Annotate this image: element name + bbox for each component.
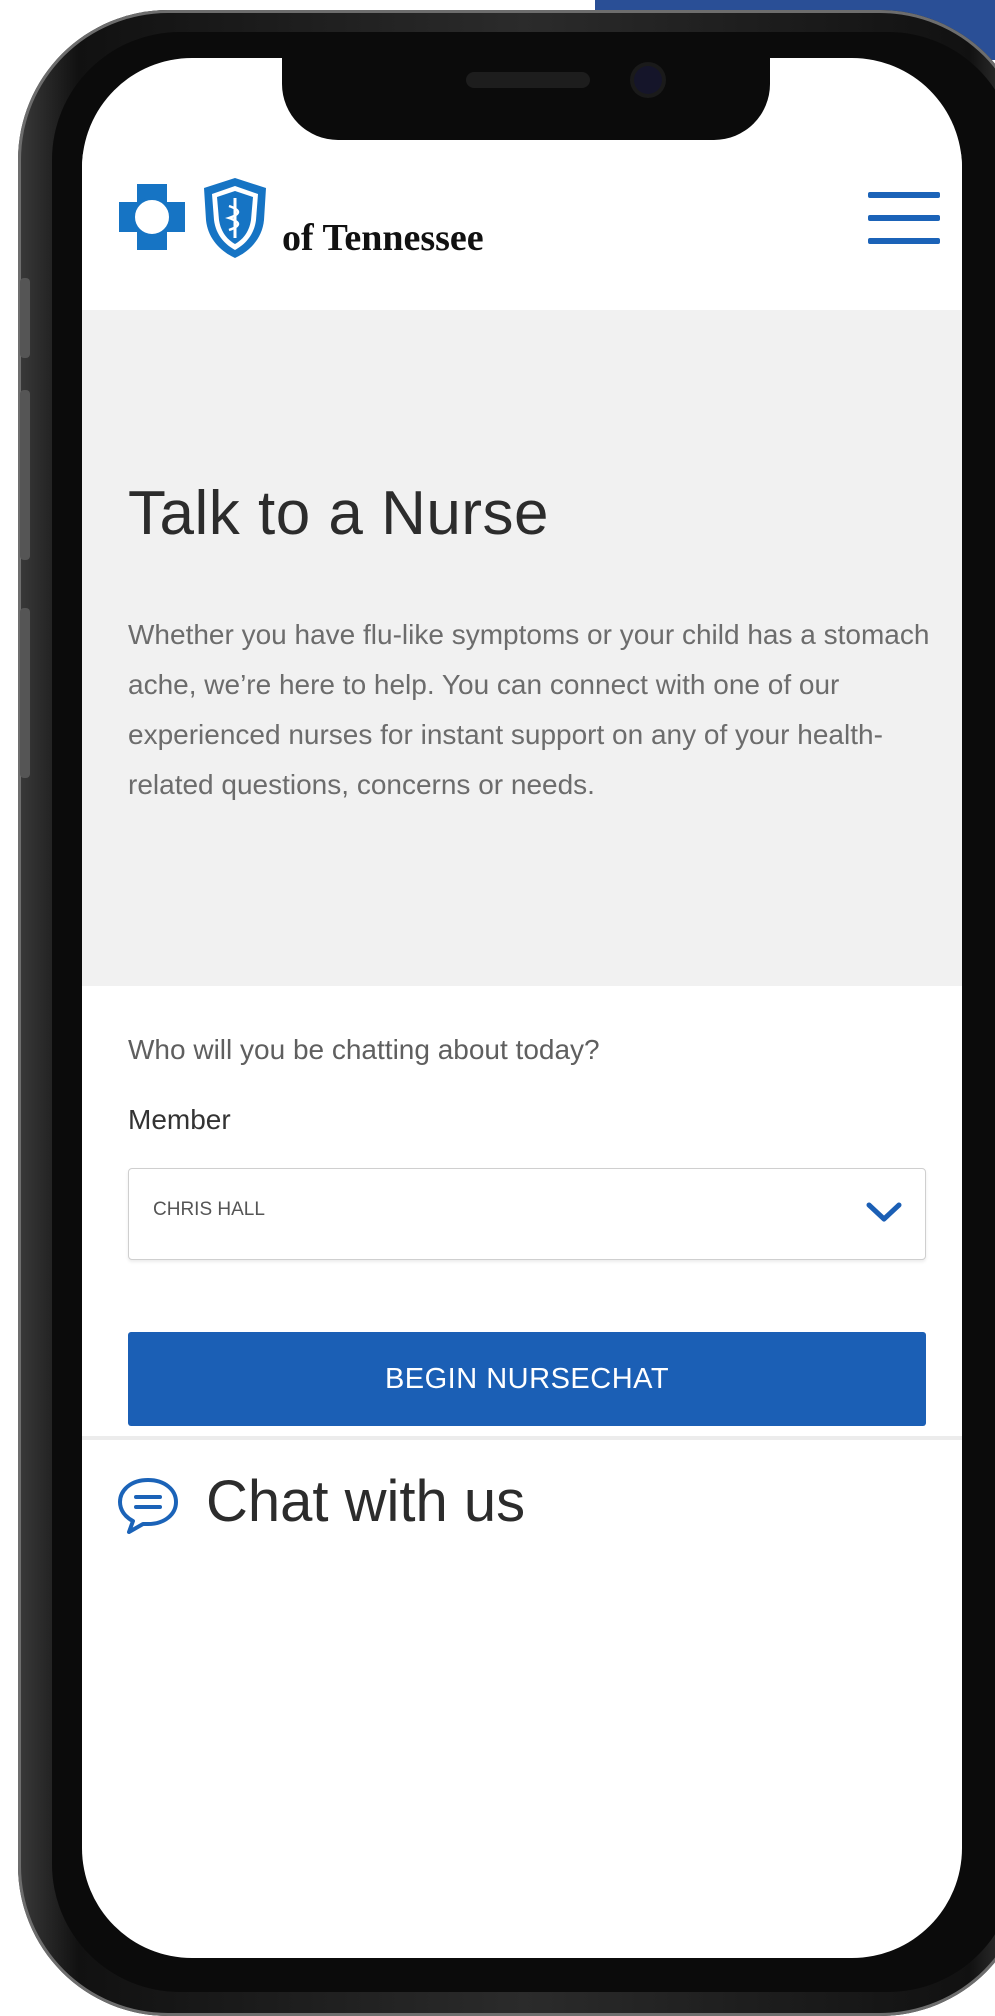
site-header: of Tennessee bbox=[82, 154, 962, 309]
phone-screen: of Tennessee Talk to a Nurse Whether you… bbox=[82, 58, 962, 1958]
member-select[interactable]: CHRIS HALL bbox=[128, 1168, 926, 1260]
section-divider bbox=[82, 1436, 962, 1440]
volume-up-button bbox=[20, 390, 30, 560]
front-camera bbox=[634, 66, 662, 94]
volume-down-button bbox=[20, 608, 30, 778]
chat-subject-question: Who will you be chatting about today? bbox=[128, 1034, 600, 1065]
phone-notch bbox=[282, 58, 770, 140]
member-label: Member bbox=[128, 1104, 231, 1135]
begin-nursechat-button[interactable]: BEGIN NURSECHAT bbox=[128, 1332, 926, 1426]
page-title: Talk to a Nurse bbox=[128, 479, 550, 548]
hamburger-menu-icon[interactable] bbox=[868, 192, 940, 248]
chat-bubble-icon bbox=[118, 1478, 178, 1534]
mute-switch bbox=[20, 278, 30, 358]
chat-with-us-label: Chat with us bbox=[206, 1469, 526, 1534]
hero-section: Talk to a Nurse Whether you have flu-lik… bbox=[82, 310, 962, 986]
hero-description: Whether you have flu-like symptoms or yo… bbox=[128, 619, 930, 800]
blue-shield-logo-icon bbox=[204, 178, 266, 258]
brand-name: of Tennessee bbox=[282, 217, 484, 259]
chevron-down-icon bbox=[866, 1202, 902, 1222]
member-select-value: CHRIS HALL bbox=[153, 1199, 265, 1220]
blue-cross-logo-icon[interactable] bbox=[119, 184, 185, 250]
speaker-grille bbox=[466, 72, 590, 88]
